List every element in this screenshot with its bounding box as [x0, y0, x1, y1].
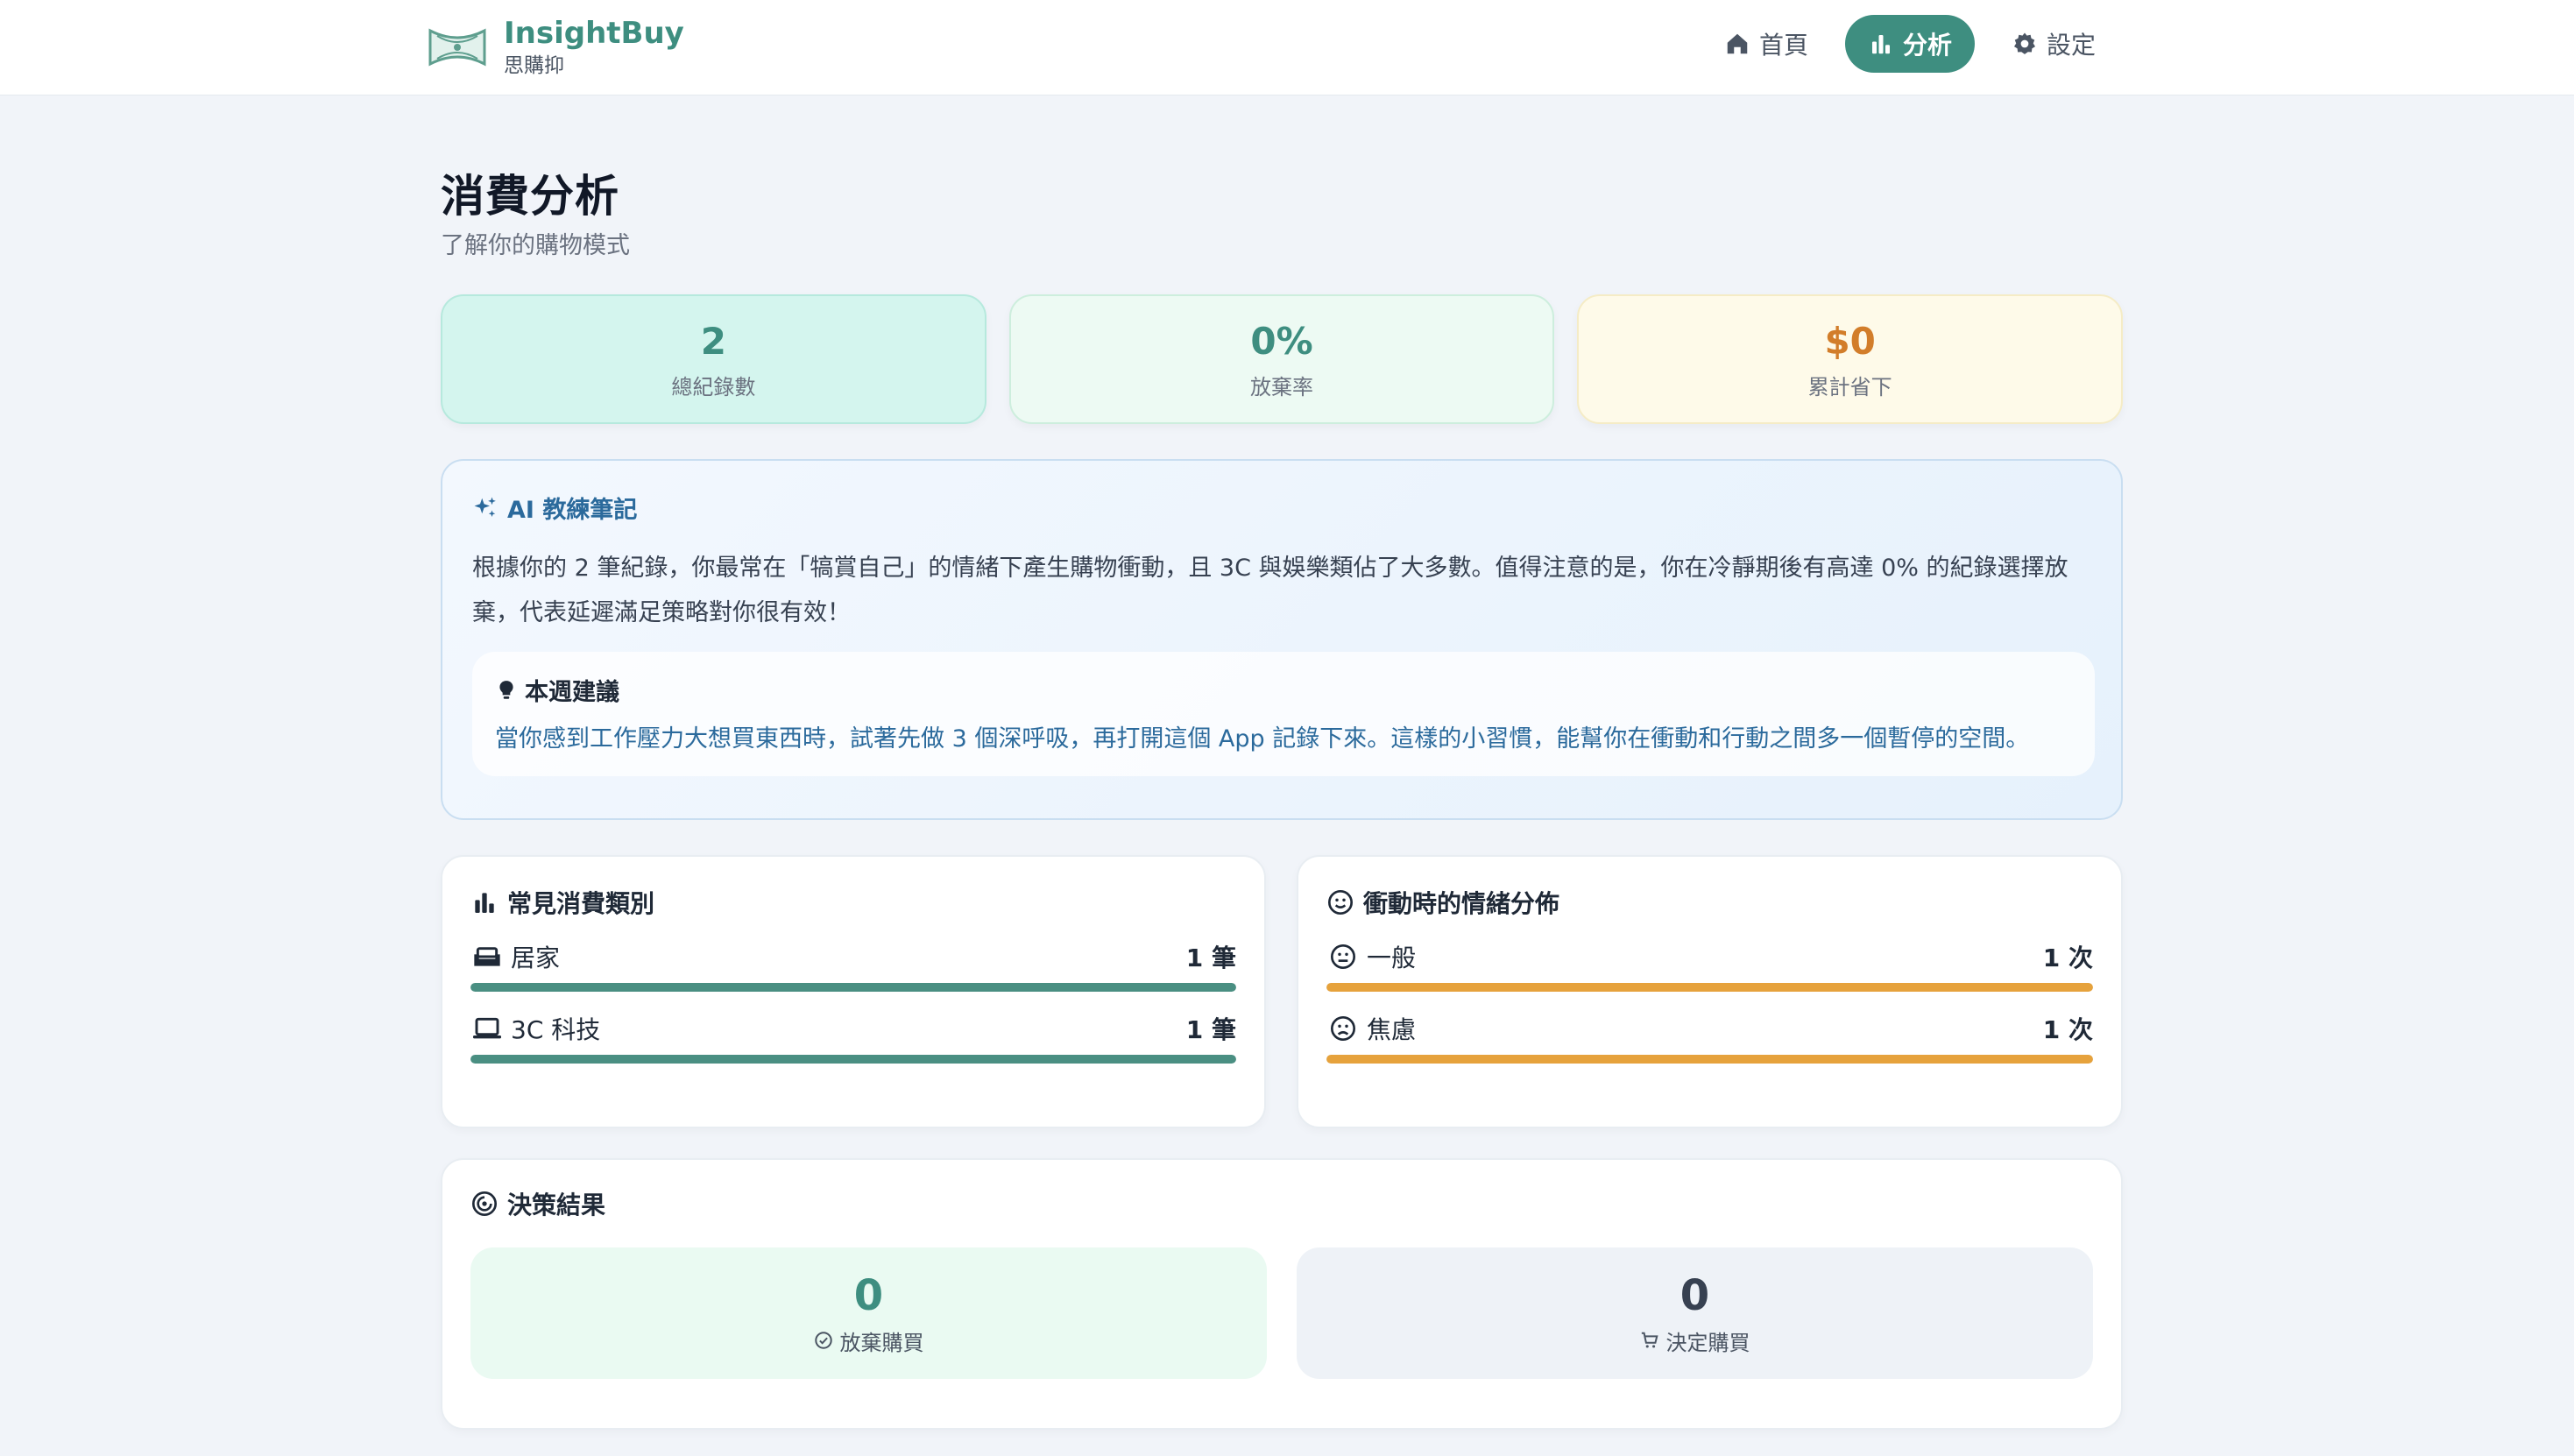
decision-label: 放棄購買 [839, 1330, 924, 1355]
category-label: 3C 科技 [511, 1015, 601, 1044]
category-progress-bar [470, 1055, 1236, 1064]
stat-total-records: 2 總紀錄數 [441, 294, 986, 424]
check-circle-icon [814, 1332, 832, 1349]
app-subtitle: 思購抑 [504, 54, 564, 77]
brand[interactable]: InsightBuy 思購抑 [425, 5, 684, 89]
decision-buy: 0 決定購買 [1297, 1247, 2093, 1379]
stats-row: 2 總紀錄數 0% 放棄率 $0 累計省下 [441, 294, 2124, 424]
ai-note-header: AI 教練筆記 [472, 491, 2091, 525]
category-label: 居家 [511, 944, 561, 972]
nav-home[interactable]: 首頁 [1701, 15, 1831, 73]
gear-icon [2013, 32, 2035, 54]
stat-label: 累計省下 [1807, 374, 1892, 399]
emotion-progress-fill [1326, 983, 2093, 992]
nav-settings[interactable]: 設定 [1989, 15, 2118, 73]
smile-face-icon [1328, 890, 1353, 915]
ai-coach-note: AI 教練筆記 根據你的 2 筆紀錄，你最常在「犒賞自己」的情緒下產生購物衝動，… [441, 459, 2123, 820]
weekly-tip-title: 本週建議 [525, 679, 619, 706]
shopping-cart-icon [1641, 1332, 1658, 1348]
category-row-home: 居家 1 筆 [470, 939, 1236, 992]
decision-value: 0 [1679, 1270, 1710, 1320]
laptop-icon [473, 1017, 501, 1039]
weekly-tip: 本週建議 當你感到工作壓力大想買東西時，試著先做 3 個深呼吸，再打開這個 Ap… [472, 652, 2095, 776]
categories-title: 常見消費類別 [507, 889, 655, 918]
emotion-label: 一般 [1367, 944, 1417, 972]
category-count: 1 筆 [1185, 1015, 1236, 1044]
emotions-panel: 衝動時的情緒分佈 一般 1 次 焦慮 1 次 [1297, 855, 2123, 1128]
nav-settings-label: 設定 [2046, 31, 2096, 60]
emotion-progress-fill [1326, 1055, 2093, 1064]
categories-header: 常見消費類別 [470, 885, 1236, 920]
emotions-header: 衝動時的情緒分佈 [1326, 885, 2093, 920]
nav-home-label: 首頁 [1758, 31, 1808, 60]
emotion-row-neutral: 一般 1 次 [1326, 939, 2093, 992]
category-progress-fill [470, 1055, 1236, 1064]
categories-panel: 常見消費類別 居家 1 筆 3C 科技 1 筆 [441, 855, 1266, 1128]
stat-give-up-rate: 0% 放棄率 [1008, 294, 1555, 424]
decision-give-up: 0 放棄購買 [470, 1247, 1267, 1379]
page-subtitle: 了解你的購物模式 [441, 232, 630, 259]
category-count: 1 筆 [1185, 944, 1236, 972]
weekly-tip-text: 當你感到工作壓力大想買東西時，試著先做 3 個深呼吸，再打開這個 App 記錄下… [495, 725, 2030, 753]
weekly-tip-header: 本週建議 [495, 673, 2072, 707]
emotion-progress-bar [1326, 983, 2093, 992]
stat-label: 總紀錄數 [671, 374, 756, 399]
decisions-panel: 決策結果 0 放棄購買 0 決定購買 [441, 1158, 2123, 1430]
stat-value: $0 [1824, 319, 1876, 363]
main-nav: 首頁 分析 設定 [1701, 14, 2118, 74]
decision-label: 決定購買 [1665, 1330, 1750, 1355]
ai-note-body: 根據你的 2 筆紀錄，你最常在「犒賞自己」的情緒下產生購物衝動，且 3C 與娛樂… [472, 555, 2068, 626]
home-icon [1727, 33, 1748, 54]
emotion-count: 1 次 [2042, 944, 2093, 972]
decisions-header: 決策結果 [470, 1186, 2093, 1221]
emotion-count: 1 次 [2042, 1015, 2093, 1044]
stat-total-saved: $0 累計省下 [1577, 294, 2124, 424]
stat-value: 0% [1250, 319, 1313, 363]
emotion-label: 焦慮 [1367, 1015, 1417, 1044]
decision-value: 0 [853, 1270, 884, 1320]
stat-label: 放棄率 [1250, 374, 1313, 399]
category-row-tech: 3C 科技 1 筆 [470, 1011, 1236, 1064]
category-progress-fill [470, 983, 1236, 992]
nav-analysis-label: 分析 [1902, 31, 1952, 60]
hourglass-logo-icon [428, 28, 486, 67]
app-name: InsightBuy [504, 16, 684, 51]
ai-note-title: AI 教練筆記 [507, 497, 638, 524]
sad-face-icon [1331, 1016, 1355, 1041]
nav-analysis[interactable]: 分析 [1844, 15, 1975, 73]
page-title: 消費分析 [441, 171, 619, 222]
sparkles-icon [474, 497, 496, 517]
emotion-progress-bar [1326, 1055, 2093, 1064]
target-icon [472, 1191, 497, 1216]
bar-chart-icon [475, 893, 494, 913]
category-progress-bar [470, 983, 1236, 992]
stat-value: 2 [700, 319, 726, 363]
emotion-row-anxious: 焦慮 1 次 [1326, 1011, 2093, 1064]
lightbulb-icon [499, 680, 513, 699]
bar-chart-icon [1871, 35, 1890, 54]
neutral-face-icon [1331, 944, 1355, 969]
emotions-title: 衝動時的情緒分佈 [1363, 889, 1560, 918]
top-navigation-bar: InsightBuy 思購抑 首頁 分析 設定 [0, 0, 2574, 95]
decisions-title: 決策結果 [507, 1191, 606, 1219]
sofa-icon [474, 947, 500, 966]
